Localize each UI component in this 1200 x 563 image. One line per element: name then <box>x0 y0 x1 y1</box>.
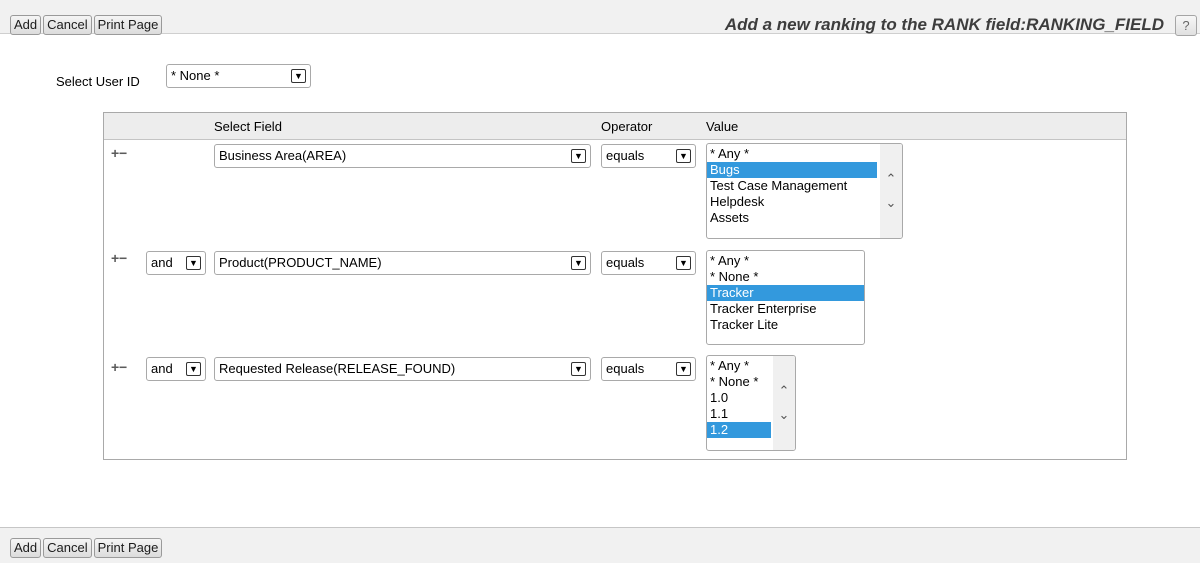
help-button[interactable]: ? <box>1175 15 1197 36</box>
print-page-button[interactable]: Print Page <box>93 15 163 35</box>
row-3-operator-select[interactable]: equals ▼ <box>601 357 696 381</box>
row-3-conjunction-value: and <box>151 361 173 376</box>
plus-icon[interactable]: + <box>111 146 119 160</box>
chevron-down-icon: ▼ <box>186 256 201 270</box>
chevron-down-icon: ▼ <box>676 362 691 376</box>
list-option[interactable]: * Any * <box>707 146 902 162</box>
row-1-value-listbox[interactable]: * Any * Bugs Test Case Management Helpde… <box>706 143 903 239</box>
bottom-toolbar: Add Cancel Print Page <box>0 527 1200 563</box>
chevron-down-icon: ▼ <box>291 69 306 83</box>
bottom-button-group: Add Cancel Print Page <box>10 538 163 558</box>
row-2-operator-value: equals <box>606 255 645 270</box>
operator-header: Operator <box>601 119 653 134</box>
row-2-operator-select[interactable]: equals ▼ <box>601 251 696 275</box>
row-2-field-value: Product(PRODUCT_NAME) <box>219 255 382 270</box>
chevron-down-icon[interactable]: ⌄ <box>886 195 897 211</box>
chevron-up-icon[interactable]: ⌃ <box>886 171 897 187</box>
list-option[interactable]: Assets <box>707 210 902 226</box>
row-2-conjunction-value: and <box>151 255 173 270</box>
chevron-down-icon: ▼ <box>571 362 586 376</box>
row-3-field-select[interactable]: Requested Release(RELEASE_FOUND) ▼ <box>214 357 591 381</box>
minus-icon[interactable]: − <box>119 146 127 160</box>
select-field-header: Select Field <box>214 119 282 134</box>
row-3-operator-value: equals <box>606 361 645 376</box>
minus-icon[interactable]: − <box>119 251 127 265</box>
row-1-field-value: Business Area(AREA) <box>219 148 347 163</box>
chevron-down-icon: ▼ <box>571 256 586 270</box>
row-3-conjunction-select[interactable]: and ▼ <box>146 357 206 381</box>
minus-icon[interactable]: − <box>119 360 127 374</box>
user-id-value: * None * <box>171 68 220 83</box>
user-id-select[interactable]: * None * ▼ <box>166 64 311 88</box>
list-option[interactable]: Helpdesk <box>707 194 902 210</box>
chevron-down-icon: ▼ <box>571 149 586 163</box>
row-2-field-select[interactable]: Product(PRODUCT_NAME) ▼ <box>214 251 591 275</box>
list-option[interactable]: Tracker Lite <box>707 317 864 333</box>
add-button[interactable]: Add <box>10 538 42 558</box>
list-option[interactable]: Test Case Management <box>707 178 902 194</box>
criteria-header: Select Field Operator Value <box>104 113 1126 140</box>
chevron-down-icon[interactable]: ⌄ <box>779 407 790 423</box>
row-1-operator-value: equals <box>606 148 645 163</box>
listbox-scrollbar[interactable]: ⌃ ⌄ <box>880 144 902 238</box>
plus-icon[interactable]: + <box>111 251 119 265</box>
list-option[interactable]: * Any * <box>707 253 864 269</box>
row-1-controls: +− <box>111 146 127 160</box>
row-3-controls: +− <box>111 360 127 374</box>
cancel-button[interactable]: Cancel <box>43 15 92 35</box>
chevron-down-icon: ▼ <box>676 149 691 163</box>
page-title: Add a new ranking to the RANK field:RANK… <box>724 15 1164 34</box>
top-button-group: Add Cancel Print Page <box>10 15 163 35</box>
list-option[interactable]: * None * <box>707 269 864 285</box>
row-3-field-value: Requested Release(RELEASE_FOUND) <box>219 361 456 376</box>
listbox-scrollbar[interactable]: ⌃ ⌄ <box>773 356 795 450</box>
row-2-value-listbox[interactable]: * Any * * None * Tracker Tracker Enterpr… <box>706 250 865 345</box>
row-1-operator-select[interactable]: equals ▼ <box>601 144 696 168</box>
chevron-down-icon: ▼ <box>186 362 201 376</box>
list-option-selected[interactable]: 1.2 <box>707 422 771 438</box>
chevron-down-icon: ▼ <box>676 256 691 270</box>
row-2-controls: +− <box>111 251 127 265</box>
plus-icon[interactable]: + <box>111 360 119 374</box>
list-option-selected[interactable]: Tracker <box>707 285 864 301</box>
list-option[interactable]: Tracker Enterprise <box>707 301 864 317</box>
top-toolbar: Add Cancel Print Page Add a new ranking … <box>0 0 1200 36</box>
row-1-field-select[interactable]: Business Area(AREA) ▼ <box>214 144 591 168</box>
print-page-button[interactable]: Print Page <box>93 538 163 558</box>
list-option-selected[interactable]: Bugs <box>707 162 877 178</box>
select-user-id-label: Select User ID <box>56 74 140 89</box>
value-header: Value <box>706 119 739 134</box>
row-2-conjunction-select[interactable]: and ▼ <box>146 251 206 275</box>
add-button[interactable]: Add <box>10 15 42 35</box>
chevron-up-icon[interactable]: ⌃ <box>779 383 790 399</box>
row-3-value-listbox[interactable]: * Any * * None * 1.0 1.1 1.2 ⌃ ⌄ <box>706 355 796 451</box>
cancel-button[interactable]: Cancel <box>43 538 92 558</box>
